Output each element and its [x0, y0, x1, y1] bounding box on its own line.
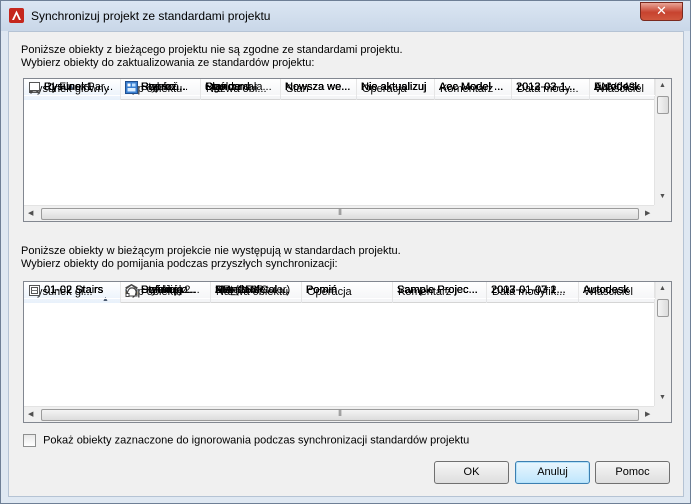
table-cell: Rysunek1 [24, 79, 121, 96]
grip-icon [125, 284, 141, 297]
cell-text: Pomiń [306, 284, 338, 296]
top-description-line1: Poniższe obiekty z bieżącego projektu ni… [21, 44, 403, 56]
window-title: Synchronizuj projekt ze standardami proj… [31, 9, 271, 23]
table-cell: Definicja ... [121, 282, 211, 299]
nonstandard-objects-grid[interactable]: Rysunek gł... ▲ Typ obiektu Nazwa obiektu Op… [23, 281, 672, 423]
table-cell: 2012-02-1... [512, 79, 590, 96]
cell-text: Autodesk [583, 284, 629, 296]
scroll-thumb[interactable] [657, 96, 669, 114]
style-icon [125, 80, 141, 94]
close-icon: ✕ [656, 3, 667, 18]
scroll-up-arrow-icon[interactable]: ▲ [659, 82, 666, 89]
table-cell: Nie aktualizuj [357, 79, 435, 96]
cell-text: 2013-01-07 1... [491, 284, 566, 296]
scroll-up-arrow-icon[interactable]: ▲ [659, 285, 666, 292]
drawing-link-icon [28, 81, 44, 93]
bottom-description-line2: Wybierz obiekty do pomijania podczas prz… [21, 258, 338, 270]
vertical-scrollbar[interactable]: ▲ ▼ [654, 282, 671, 406]
close-button[interactable]: ✕ [640, 2, 683, 21]
cell-text: 01-02 Stairs [44, 284, 104, 296]
top-description-line2: Wybierz obiekty do zaktualizowania ze st… [21, 57, 315, 69]
scroll-left-arrow-icon[interactable]: ◀ [28, 410, 33, 418]
table-row[interactable]: Rysunek1 Reprez... Ogólne Nowsza we... Nie a… [24, 79, 656, 96]
horizontal-scrollbar[interactable]: ◀ ⦀ ▶ [24, 205, 656, 221]
ok-button[interactable]: OK [434, 461, 509, 484]
scrollbar-corner [654, 406, 671, 422]
cell-text: Ogólne [205, 81, 241, 93]
cell-text: Sample Projec... [397, 284, 478, 296]
table-row[interactable]: 01-02 Stairs Definicja ... HR_GRIP Pomiń Sam… [24, 282, 656, 299]
show-ignored-label: Pokaż obiekty zaznaczone do ignorowania … [43, 434, 470, 447]
table-cell: Reprez... [121, 79, 201, 96]
dialog-window: Synchronizuj projekt ze standardami proj… [0, 0, 691, 504]
table-cell: Sample Projec... [393, 282, 487, 299]
table-cell: Autodesk [579, 282, 656, 299]
bottom-description-line1: Poniższe obiekty w bieżącym projekcie ni… [21, 245, 401, 257]
cell-text: Nowsza we... [285, 81, 351, 93]
dialog-client-area: Poniższe obiekty z bieżącego projektu ni… [8, 31, 684, 497]
scroll-thumb[interactable]: ⦀ [41, 208, 639, 220]
cell-text: Reprez... [141, 81, 186, 93]
cell-text: Autodesk [594, 81, 640, 93]
table-cell: 01-02 Stairs [24, 282, 121, 299]
cell-text: Definicja ... [141, 284, 196, 296]
scroll-thumb[interactable] [657, 299, 669, 317]
table-cell: Pomiń [302, 282, 393, 299]
table-cell: HR_GRIP [211, 282, 302, 299]
scroll-right-arrow-icon[interactable]: ▶ [645, 209, 650, 217]
cell-text: Aec Model ... [439, 81, 504, 93]
help-button[interactable]: Pomoc [595, 461, 670, 484]
cell-text: Nie aktualizuj [361, 81, 427, 93]
title-bar[interactable]: Synchronizuj projekt ze standardami proj… [1, 1, 690, 31]
cell-text: Rysunek1 [44, 81, 93, 93]
cell-text: 2012-02-1... [516, 81, 576, 93]
scroll-down-arrow-icon[interactable]: ▼ [659, 394, 666, 401]
table-cell: Autodesk [590, 79, 656, 96]
table-cell: Nowsza we... [281, 79, 357, 96]
scrollbar-corner [654, 205, 671, 221]
horizontal-scrollbar[interactable]: ◀ ⦀ ▶ [24, 406, 656, 422]
scroll-thumb[interactable]: ⦀ [41, 409, 639, 421]
drawing-icon [28, 284, 44, 296]
show-ignored-checkbox[interactable] [23, 434, 36, 447]
cell-text: HR_GRIP [215, 284, 264, 296]
show-ignored-checkbox-row[interactable]: Pokaż obiekty zaznaczone do ignorowania … [23, 434, 469, 447]
nonconforming-objects-grid[interactable]: Rysunek główny ▲ Typ obiektu Nazwa obi... St… [23, 78, 672, 222]
autocad-app-icon [9, 8, 24, 23]
scroll-down-arrow-icon[interactable]: ▼ [659, 193, 666, 200]
vertical-scrollbar[interactable]: ▲ ▼ [654, 79, 671, 205]
table-cell: Ogólne [201, 79, 281, 96]
scroll-right-arrow-icon[interactable]: ▶ [645, 410, 650, 418]
table-cell: 2013-01-07 1... [487, 282, 579, 299]
scroll-left-arrow-icon[interactable]: ◀ [28, 209, 33, 217]
table-cell: Aec Model ... [435, 79, 512, 96]
cancel-button[interactable]: Anuluj [515, 461, 590, 484]
